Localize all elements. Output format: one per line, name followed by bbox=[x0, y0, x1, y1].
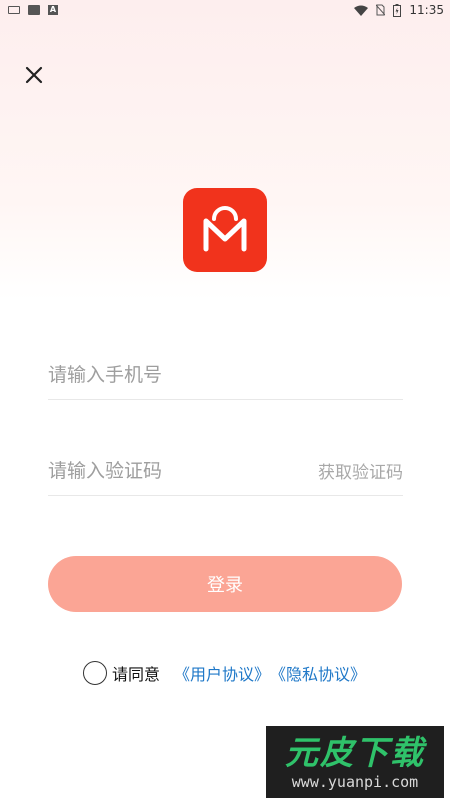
status-bar: A 11:35 bbox=[0, 0, 450, 20]
app-logo-m-icon bbox=[203, 206, 247, 252]
wifi-icon bbox=[354, 5, 369, 16]
a-icon: A bbox=[48, 5, 58, 15]
phone-field bbox=[48, 350, 403, 400]
login-button[interactable]: 登录 bbox=[48, 556, 402, 612]
no-sim-icon bbox=[376, 4, 386, 16]
watermark: 元皮下载 www.yuanpi.com bbox=[266, 726, 444, 798]
privacy-policy-link[interactable]: 《隐私协议》 bbox=[270, 661, 366, 685]
phone-input[interactable] bbox=[48, 354, 288, 395]
verification-code-input[interactable] bbox=[48, 450, 288, 491]
get-code-button[interactable]: 获取验证码 bbox=[318, 458, 403, 483]
keyboard-icon bbox=[8, 6, 20, 14]
status-time: 11:35 bbox=[409, 3, 444, 17]
app-logo bbox=[183, 188, 267, 272]
status-bar-left: A bbox=[8, 5, 58, 15]
image-icon bbox=[28, 5, 40, 15]
code-field: 获取验证码 bbox=[48, 446, 403, 496]
agree-checkbox[interactable] bbox=[83, 661, 107, 685]
status-bar-right: 11:35 bbox=[354, 3, 444, 17]
watermark-url: www.yuanpi.com bbox=[291, 773, 419, 791]
agree-label: 请同意 bbox=[112, 665, 161, 684]
agreement-row: 请同意 《用户协议》 《隐私协议》 bbox=[83, 660, 366, 686]
battery-charging-icon bbox=[393, 3, 402, 17]
user-agreement-link[interactable]: 《用户协议》 bbox=[174, 661, 270, 685]
close-icon bbox=[25, 66, 43, 84]
close-button[interactable] bbox=[22, 63, 46, 87]
watermark-title: 元皮下载 bbox=[285, 733, 425, 772]
